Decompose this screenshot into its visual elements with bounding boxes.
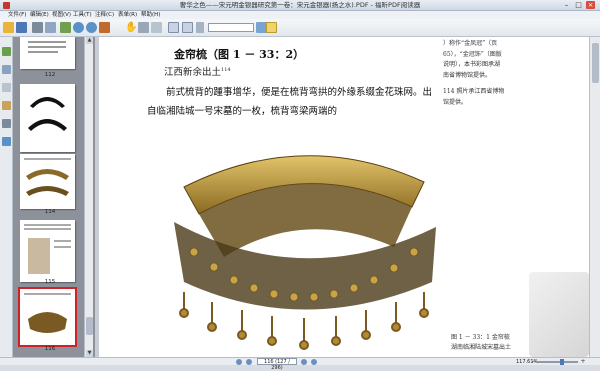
zoom-slider-knob[interactable] [560, 359, 564, 365]
side-note-114: 114 照片承江西省博物馆提供。 [443, 88, 505, 106]
bookmarks-icon[interactable] [2, 47, 11, 56]
thumbnail-label: 112 [44, 72, 56, 78]
thumbnail-page[interactable] [20, 220, 75, 282]
footnote-marker: 114 [221, 66, 231, 73]
search-input[interactable] [208, 23, 254, 32]
pages-icon[interactable] [2, 65, 11, 74]
gold-comb-photo [174, 155, 436, 350]
hand-tool-icon[interactable]: ✋ [125, 22, 137, 33]
thumbnail-label: 114 [44, 209, 56, 215]
signatures-icon[interactable] [2, 137, 11, 146]
side-note-top: ）称作“金凤冠”（页65），“金冠饰”（图版说明），本书彩图承湖南省博物馆提供。 [443, 40, 502, 79]
zoom-out-icon[interactable] [86, 22, 97, 33]
menu-help[interactable]: 帮助(H) [141, 11, 160, 19]
watermark-stamp [529, 272, 589, 357]
scroll-down-arrow-icon[interactable]: ▼ [86, 350, 93, 357]
window-title: 奢华之色——宋元明金银器研究第一卷：宋元金银器(扬之水).PDF - 福昕PDF… [179, 1, 421, 9]
document-scroll-thumb[interactable] [592, 43, 599, 83]
print-icon[interactable] [32, 22, 43, 33]
document-scrollbar[interactable] [589, 37, 600, 357]
thumbnail-page[interactable] [20, 37, 75, 69]
next-page-icon[interactable] [301, 359, 307, 365]
select-text-icon[interactable] [138, 22, 149, 33]
thumbnail-label: 116 [44, 346, 56, 352]
layers-icon[interactable] [2, 83, 11, 92]
last-page-icon[interactable] [311, 359, 317, 365]
page-number-input[interactable]: 116 (127 / 296) [257, 358, 297, 371]
maximize-button[interactable]: □ [574, 1, 583, 9]
previous-page-icon[interactable] [246, 359, 252, 365]
zoom-dropdown-icon[interactable] [196, 22, 204, 33]
zoom-out-button[interactable]: − [531, 359, 537, 365]
menu-tools[interactable]: 工具(T) [73, 11, 92, 19]
menu-bar: 文件(F) 编辑(E) 视图(V) 工具(T) 注释(C) 表单(R) 帮助(H… [0, 11, 600, 19]
body-paragraph: 前式梳背的踵事增华，便是在梳背弯拱的外缘系缀金花珠网。出自临湘陆城一号宋墓的一枚… [147, 83, 439, 121]
note-icon[interactable] [266, 22, 277, 33]
menu-view[interactable]: 视图(V) [52, 11, 71, 19]
comments-icon[interactable] [2, 101, 11, 110]
zoom-in-icon[interactable] [73, 22, 84, 33]
figure-caption: 图 1 － 33：1 金帘梳湖南临湘陆城宋墓出土 [451, 334, 512, 351]
subheading-text: 江西新余出土 [164, 67, 222, 78]
status-bar: 116 (127 / 296) 117.61% − + [0, 357, 600, 371]
thumbnail-page[interactable] [20, 154, 75, 209]
thumbnails-panel: 112 113 114 115 [13, 37, 95, 357]
section-heading: 金帘梳（图 1 － 33：2） [174, 48, 305, 61]
scroll-up-arrow-icon[interactable]: ▲ [86, 37, 93, 44]
zoom-slider[interactable] [538, 361, 578, 363]
thumbnails-scrollbar[interactable]: ▲ ▼ [84, 37, 93, 357]
find-icon[interactable] [60, 22, 71, 33]
thumbnail-page-selected[interactable] [18, 287, 77, 347]
body-text: 前式梳背的踵事增华，便是在梳背弯拱的外缘系缀金花珠网。出自临湘陆城一号宋墓的一枚… [147, 87, 433, 117]
thumbnail-page[interactable] [20, 84, 75, 152]
navigation-rail [0, 37, 13, 365]
toolbar: ✋ [0, 19, 600, 37]
scroll-thumb[interactable] [86, 317, 93, 335]
menu-file[interactable]: 文件(F) [8, 11, 26, 19]
first-page-icon[interactable] [236, 359, 242, 365]
save-icon[interactable] [16, 22, 27, 33]
thumbnail-preview [24, 224, 71, 274]
fit-page-icon[interactable] [182, 22, 193, 33]
email-icon[interactable] [45, 22, 56, 33]
document-page: 金帘梳（图 1 － 33：2） 江西新余出土114 前式梳背的踵事增华，便是在梳… [99, 37, 589, 357]
thumbnail-preview [24, 293, 71, 333]
attachments-icon[interactable] [2, 119, 11, 128]
menu-comment[interactable]: 注释(C) [95, 11, 114, 19]
menu-edit[interactable]: 编辑(E) [30, 11, 49, 19]
close-button[interactable]: × [586, 1, 595, 9]
title-bar: 奢华之色——宋元明金银器研究第一卷：宋元金银器(扬之水).PDF - 福昕PDF… [0, 0, 600, 11]
side-note: ）称作“金凤冠”（页65），“金冠饰”（图版说明），本书彩图承湖南省博物馆提供。… [443, 39, 505, 108]
minimize-button[interactable]: – [562, 1, 571, 9]
fit-width-icon[interactable] [168, 22, 179, 33]
menu-form[interactable]: 表单(R) [118, 11, 137, 19]
snapshot-icon[interactable] [151, 22, 162, 33]
pdf-reader-window: 奢华之色——宋元明金银器研究第一卷：宋元金银器(扬之水).PDF - 福昕PDF… [0, 0, 600, 371]
thumbnail-preview [28, 97, 67, 131]
open-folder-icon[interactable] [3, 22, 14, 33]
section-subheading: 江西新余出土114 [164, 64, 231, 78]
zoom-in-button[interactable]: + [580, 359, 586, 365]
thumbnail-label: 115 [44, 279, 56, 285]
rotate-icon[interactable] [99, 22, 110, 33]
thumbnail-preview [28, 41, 66, 53]
thumbnail-preview [24, 158, 71, 196]
